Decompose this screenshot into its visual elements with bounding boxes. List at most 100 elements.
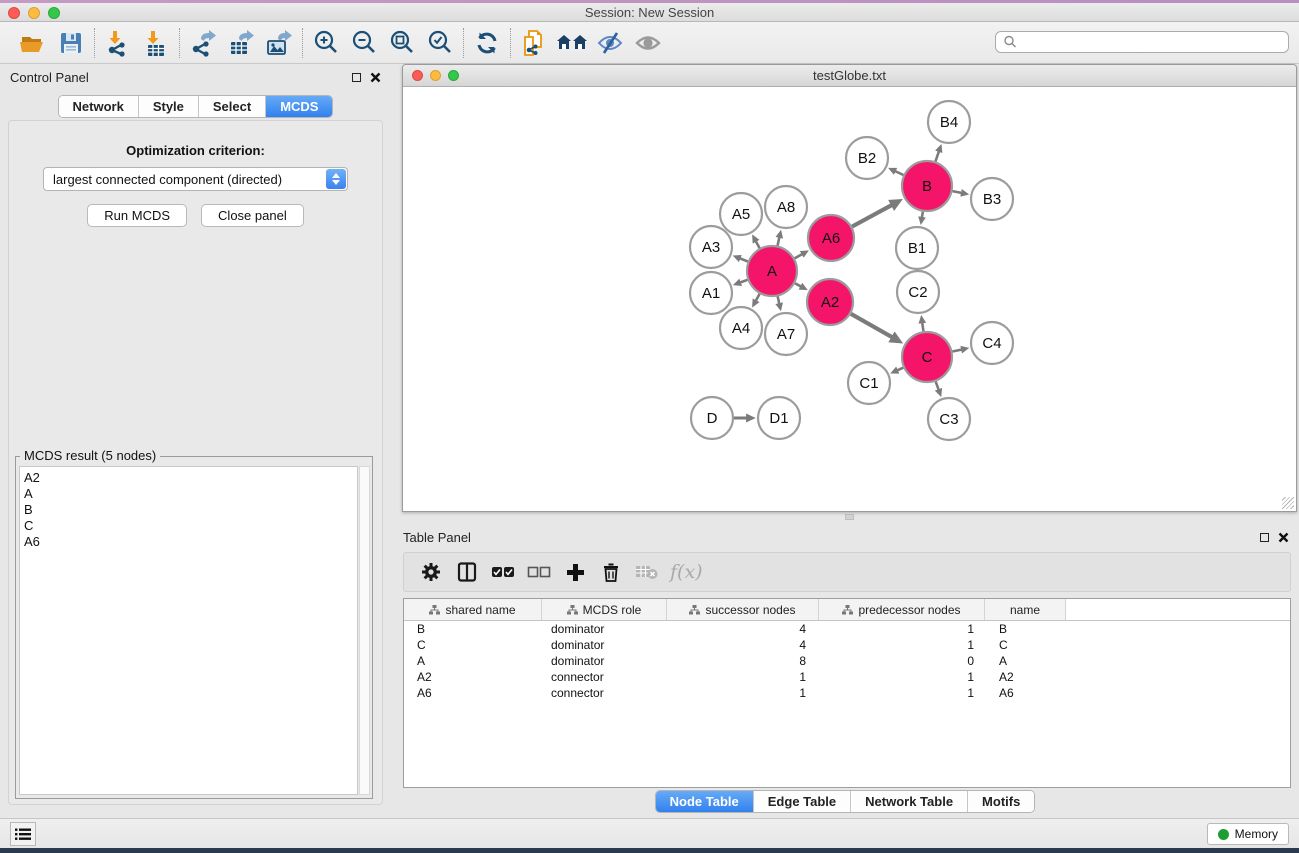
tab-motifs[interactable]: Motifs bbox=[968, 791, 1034, 812]
search-input[interactable] bbox=[1018, 35, 1288, 49]
graph-edge-C-C2[interactable] bbox=[922, 323, 923, 331]
import-network-icon bbox=[104, 29, 132, 57]
network-zoom-button[interactable] bbox=[448, 70, 459, 81]
graph-edge-A-A8[interactable] bbox=[778, 238, 780, 246]
mcds-result-item[interactable]: C bbox=[24, 518, 357, 534]
graph-edge-A2-C[interactable] bbox=[851, 314, 892, 337]
table-row[interactable]: Cdominator41C bbox=[404, 637, 1290, 653]
divider-grip[interactable] bbox=[845, 514, 854, 520]
table-settings-button[interactable] bbox=[416, 557, 446, 587]
zoom-in-button[interactable] bbox=[307, 26, 345, 60]
tab-edge-table[interactable]: Edge Table bbox=[754, 791, 851, 812]
open-browser-button[interactable] bbox=[553, 26, 591, 60]
graph-edge-A-A2[interactable] bbox=[795, 283, 801, 286]
table-row[interactable]: A6connector11A6 bbox=[404, 685, 1290, 701]
export-network-button[interactable] bbox=[184, 26, 222, 60]
graph-edge-A-A5[interactable] bbox=[756, 242, 760, 249]
close-panel-button[interactable]: Close panel bbox=[201, 204, 304, 227]
table-panel: Table Panel bbox=[391, 522, 1299, 818]
network-window-titlebar[interactable]: testGlobe.txt bbox=[403, 65, 1296, 87]
table-cell: A bbox=[404, 654, 542, 668]
delete-table-button[interactable] bbox=[632, 557, 662, 587]
mcds-result-groupbox: MCDS result (5 nodes) A2ABCA6 bbox=[15, 456, 373, 799]
create-column-button[interactable] bbox=[560, 557, 590, 587]
graph-edge-C-C3[interactable] bbox=[936, 382, 939, 390]
tab-style[interactable]: Style bbox=[139, 96, 199, 117]
table-cell: A2 bbox=[404, 670, 542, 684]
column-header-successor-nodes[interactable]: successor nodes bbox=[667, 599, 819, 620]
show-task-history-button[interactable] bbox=[10, 822, 36, 846]
delete-column-button[interactable] bbox=[596, 557, 626, 587]
column-header-MCDS-role[interactable]: MCDS role bbox=[542, 599, 667, 620]
network-close-button[interactable] bbox=[412, 70, 423, 81]
graph-edge-C-C4[interactable] bbox=[952, 350, 961, 352]
close-window-button[interactable] bbox=[8, 7, 20, 19]
mcds-result-list[interactable]: A2ABCA6 bbox=[19, 466, 358, 795]
tab-network[interactable]: Network bbox=[59, 96, 139, 117]
show-columns-button[interactable] bbox=[452, 557, 482, 587]
node-table[interactable]: shared nameMCDS rolesuccessor nodesprede… bbox=[403, 598, 1291, 788]
table-row[interactable]: Bdominator41B bbox=[404, 621, 1290, 637]
panel-divider[interactable] bbox=[391, 512, 1299, 522]
unselect-all-columns-button[interactable] bbox=[524, 557, 554, 587]
graph-edge-A-A4[interactable] bbox=[756, 294, 760, 301]
tab-node-table[interactable]: Node Table bbox=[656, 791, 754, 812]
export-table-button[interactable] bbox=[222, 26, 260, 60]
open-file-button[interactable] bbox=[14, 26, 52, 60]
import-network-button[interactable] bbox=[99, 26, 137, 60]
graph-edge-A6-B[interactable] bbox=[852, 205, 891, 226]
export-image-button[interactable] bbox=[260, 26, 298, 60]
float-panel-icon[interactable] bbox=[352, 73, 361, 82]
mcds-result-item[interactable]: A bbox=[24, 486, 357, 502]
graph-edge-A-A3[interactable] bbox=[740, 258, 748, 261]
graph-edge-C-C1[interactable] bbox=[898, 368, 904, 371]
column-header-name[interactable]: name bbox=[985, 599, 1066, 620]
mcds-result-item[interactable]: B bbox=[24, 502, 357, 518]
unchecked-boxes-icon bbox=[527, 565, 551, 579]
function-builder-button[interactable]: f(x) bbox=[670, 561, 703, 583]
close-table-panel-icon[interactable] bbox=[1278, 532, 1289, 543]
criterion-dropdown[interactable]: largest connected component (directed) bbox=[43, 167, 348, 191]
run-mcds-button[interactable]: Run MCDS bbox=[87, 204, 187, 227]
result-list-scrollbar[interactable] bbox=[359, 466, 370, 795]
graph-edge-B-B3[interactable] bbox=[952, 191, 961, 193]
close-panel-icon[interactable] bbox=[370, 72, 381, 83]
table-row[interactable]: A2connector11A2 bbox=[404, 669, 1290, 685]
column-header-shared-name[interactable]: shared name bbox=[404, 599, 542, 620]
graph-edge-B-B1[interactable] bbox=[922, 212, 923, 217]
graph-edge-B-B2[interactable] bbox=[895, 171, 903, 175]
memory-button[interactable]: Memory bbox=[1207, 823, 1289, 845]
hide-graphics-details-button[interactable] bbox=[591, 26, 629, 60]
tab-select[interactable]: Select bbox=[199, 96, 266, 117]
graph-edge-A-A7[interactable] bbox=[778, 296, 780, 303]
tab-network-table[interactable]: Network Table bbox=[851, 791, 968, 812]
select-all-columns-button[interactable] bbox=[488, 557, 518, 587]
graph-edge-B-B4[interactable] bbox=[935, 152, 938, 162]
float-table-panel-icon[interactable] bbox=[1260, 533, 1269, 542]
zoom-out-button[interactable] bbox=[345, 26, 383, 60]
zoom-selected-button[interactable] bbox=[421, 26, 459, 60]
search-field[interactable] bbox=[995, 31, 1289, 53]
network-view-window: testGlobe.txt B4B2BB3A8A5A6A3B1AC2A1A2A4… bbox=[402, 64, 1297, 512]
clone-network-button[interactable] bbox=[515, 26, 553, 60]
mcds-result-item[interactable]: A2 bbox=[24, 470, 357, 486]
minimize-window-button[interactable] bbox=[28, 7, 40, 19]
zoom-fit-button[interactable] bbox=[383, 26, 421, 60]
table-cell: A6 bbox=[985, 686, 1066, 700]
graph-edge-A-A1[interactable] bbox=[740, 280, 747, 283]
apply-layout-button[interactable] bbox=[468, 26, 506, 60]
tab-mcds[interactable]: MCDS bbox=[266, 96, 332, 117]
graph-edge-A-A6[interactable] bbox=[795, 254, 802, 258]
mcds-result-item[interactable]: A6 bbox=[24, 534, 357, 550]
column-header-predecessor-nodes[interactable]: predecessor nodes bbox=[819, 599, 985, 620]
import-table-button[interactable] bbox=[137, 26, 175, 60]
show-view-button[interactable] bbox=[629, 26, 667, 60]
network-canvas[interactable]: B4B2BB3A8A5A6A3B1AC2A1A2A4A7C4CC1C3DD1 bbox=[403, 88, 1296, 511]
network-minimize-button[interactable] bbox=[430, 70, 441, 81]
trash-icon bbox=[602, 562, 620, 582]
open-folder-icon bbox=[19, 30, 47, 56]
zoom-window-button[interactable] bbox=[48, 7, 60, 19]
table-row[interactable]: Adominator80A bbox=[404, 653, 1290, 669]
save-session-button[interactable] bbox=[52, 26, 90, 60]
window-resize-handle[interactable] bbox=[1282, 497, 1294, 509]
